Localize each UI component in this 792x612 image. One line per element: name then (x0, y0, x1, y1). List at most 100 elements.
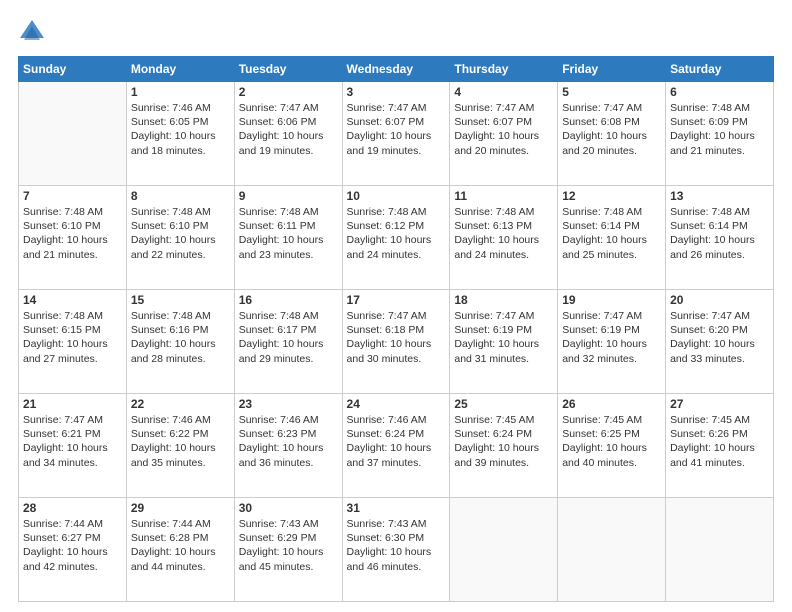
day-info: Sunrise: 7:48 AM Sunset: 6:13 PM Dayligh… (454, 205, 553, 262)
day-number: 7 (23, 189, 122, 203)
day-number: 8 (131, 189, 230, 203)
calendar-cell: 13 Sunrise: 7:48 AM Sunset: 6:14 PM Dayli… (666, 186, 774, 290)
calendar-cell: 8 Sunrise: 7:48 AM Sunset: 6:10 PM Daylig… (126, 186, 234, 290)
calendar-cell: 17Sunrise: 7:47 AM Sunset: 6:18 PM Dayli… (342, 290, 450, 394)
calendar-cell: 23 Sunrise: 7:46 AM Sunset: 6:23 PM Dayli… (234, 394, 342, 498)
page: SundayMondayTuesdayWednesdayThursdayFrid… (0, 0, 792, 612)
day-number: 15 (131, 293, 230, 307)
day-info: Sunrise: 7:47 AM Sunset: 6:20 PM Dayligh… (670, 309, 769, 366)
day-info: Sunrise: 7:47 AM Sunset: 6:07 PM Dayligh… (454, 101, 553, 158)
day-info: Sunrise: 7:47 AM Sunset: 6:19 PM Dayligh… (562, 309, 661, 366)
day-info: Sunrise: 7:48 AM Sunset: 6:10 PM Dayligh… (131, 205, 230, 262)
calendar-week-row: 7 Sunrise: 7:48 AM Sunset: 6:10 PM Daylig… (19, 186, 774, 290)
header (18, 18, 774, 46)
calendar-cell (450, 498, 558, 602)
day-number: 12 (562, 189, 661, 203)
day-number: 6 (670, 85, 769, 99)
calendar-cell: 20 Sunrise: 7:47 AM Sunset: 6:20 PM Dayli… (666, 290, 774, 394)
day-info: Sunrise: 7:47 AM Sunset: 6:06 PM Dayligh… (239, 101, 338, 158)
day-info: Sunrise: 7:43 AM Sunset: 6:30 PM Dayligh… (347, 517, 446, 574)
day-number: 30 (239, 501, 338, 515)
calendar-cell: 26 Sunrise: 7:45 AM Sunset: 6:25 PM Dayli… (558, 394, 666, 498)
day-info: Sunrise: 7:48 AM Sunset: 6:12 PM Dayligh… (347, 205, 446, 262)
day-info: Sunrise: 7:47 AM Sunset: 6:07 PM Dayligh… (347, 101, 446, 158)
day-number: 29 (131, 501, 230, 515)
calendar-cell: 7 Sunrise: 7:48 AM Sunset: 6:10 PM Daylig… (19, 186, 127, 290)
logo (18, 18, 50, 46)
calendar-cell: 18Sunrise: 7:47 AM Sunset: 6:19 PM Dayli… (450, 290, 558, 394)
calendar-body: 1Sunrise: 7:46 AM Sunset: 6:05 PM Daylig… (19, 82, 774, 602)
calendar-cell: 12 Sunrise: 7:48 AM Sunset: 6:14 PM Dayli… (558, 186, 666, 290)
day-of-week-header: Thursday (450, 57, 558, 82)
day-of-week-header: Saturday (666, 57, 774, 82)
day-number: 18 (454, 293, 553, 307)
day-info: Sunrise: 7:44 AM Sunset: 6:27 PM Dayligh… (23, 517, 122, 574)
calendar-header: SundayMondayTuesdayWednesdayThursdayFrid… (19, 57, 774, 82)
calendar-cell: 29 Sunrise: 7:44 AM Sunset: 6:28 PM Dayli… (126, 498, 234, 602)
calendar-cell: 19 Sunrise: 7:47 AM Sunset: 6:19 PM Dayli… (558, 290, 666, 394)
day-of-week-header: Wednesday (342, 57, 450, 82)
day-number: 2 (239, 85, 338, 99)
calendar-cell: 27 Sunrise: 7:45 AM Sunset: 6:26 PM Dayli… (666, 394, 774, 498)
day-number: 31 (347, 501, 446, 515)
calendar-table: SundayMondayTuesdayWednesdayThursdayFrid… (18, 56, 774, 602)
calendar-cell: 9Sunrise: 7:48 AM Sunset: 6:11 PM Daylig… (234, 186, 342, 290)
calendar-cell: 30 Sunrise: 7:43 AM Sunset: 6:29 PM Dayli… (234, 498, 342, 602)
day-info: Sunrise: 7:48 AM Sunset: 6:14 PM Dayligh… (670, 205, 769, 262)
days-of-week-row: SundayMondayTuesdayWednesdayThursdayFrid… (19, 57, 774, 82)
day-info: Sunrise: 7:48 AM Sunset: 6:10 PM Dayligh… (23, 205, 122, 262)
day-number: 1 (131, 85, 230, 99)
day-number: 24 (347, 397, 446, 411)
calendar-cell: 10 Sunrise: 7:48 AM Sunset: 6:12 PM Dayli… (342, 186, 450, 290)
calendar-week-row: 14Sunrise: 7:48 AM Sunset: 6:15 PM Dayli… (19, 290, 774, 394)
day-info: Sunrise: 7:48 AM Sunset: 6:14 PM Dayligh… (562, 205, 661, 262)
day-info: Sunrise: 7:43 AM Sunset: 6:29 PM Dayligh… (239, 517, 338, 574)
calendar-week-row: 1Sunrise: 7:46 AM Sunset: 6:05 PM Daylig… (19, 82, 774, 186)
day-number: 20 (670, 293, 769, 307)
day-number: 4 (454, 85, 553, 99)
day-number: 3 (347, 85, 446, 99)
day-info: Sunrise: 7:45 AM Sunset: 6:26 PM Dayligh… (670, 413, 769, 470)
day-info: Sunrise: 7:47 AM Sunset: 6:08 PM Dayligh… (562, 101, 661, 158)
calendar-cell: 3 Sunrise: 7:47 AM Sunset: 6:07 PM Daylig… (342, 82, 450, 186)
day-info: Sunrise: 7:46 AM Sunset: 6:24 PM Dayligh… (347, 413, 446, 470)
calendar-cell: 21Sunrise: 7:47 AM Sunset: 6:21 PM Dayli… (19, 394, 127, 498)
calendar-cell: 1Sunrise: 7:46 AM Sunset: 6:05 PM Daylig… (126, 82, 234, 186)
calendar-week-row: 28Sunrise: 7:44 AM Sunset: 6:27 PM Dayli… (19, 498, 774, 602)
day-of-week-header: Friday (558, 57, 666, 82)
calendar-cell: 31 Sunrise: 7:43 AM Sunset: 6:30 PM Dayli… (342, 498, 450, 602)
day-info: Sunrise: 7:45 AM Sunset: 6:24 PM Dayligh… (454, 413, 553, 470)
calendar-week-row: 21Sunrise: 7:47 AM Sunset: 6:21 PM Dayli… (19, 394, 774, 498)
calendar-cell: 25 Sunrise: 7:45 AM Sunset: 6:24 PM Dayli… (450, 394, 558, 498)
day-info: Sunrise: 7:45 AM Sunset: 6:25 PM Dayligh… (562, 413, 661, 470)
calendar-cell: 24 Sunrise: 7:46 AM Sunset: 6:24 PM Dayli… (342, 394, 450, 498)
day-number: 27 (670, 397, 769, 411)
calendar-cell: 4 Sunrise: 7:47 AM Sunset: 6:07 PM Daylig… (450, 82, 558, 186)
day-of-week-header: Tuesday (234, 57, 342, 82)
day-info: Sunrise: 7:46 AM Sunset: 6:22 PM Dayligh… (131, 413, 230, 470)
calendar-cell (558, 498, 666, 602)
day-number: 13 (670, 189, 769, 203)
day-number: 26 (562, 397, 661, 411)
day-number: 17 (347, 293, 446, 307)
day-number: 5 (562, 85, 661, 99)
day-info: Sunrise: 7:46 AM Sunset: 6:23 PM Dayligh… (239, 413, 338, 470)
day-of-week-header: Monday (126, 57, 234, 82)
calendar-cell: 2 Sunrise: 7:47 AM Sunset: 6:06 PM Daylig… (234, 82, 342, 186)
calendar-cell: 15 Sunrise: 7:48 AM Sunset: 6:16 PM Dayli… (126, 290, 234, 394)
calendar-cell: 6Sunrise: 7:48 AM Sunset: 6:09 PM Daylig… (666, 82, 774, 186)
day-info: Sunrise: 7:48 AM Sunset: 6:11 PM Dayligh… (239, 205, 338, 262)
calendar-cell: 5 Sunrise: 7:47 AM Sunset: 6:08 PM Daylig… (558, 82, 666, 186)
day-info: Sunrise: 7:44 AM Sunset: 6:28 PM Dayligh… (131, 517, 230, 574)
day-number: 23 (239, 397, 338, 411)
day-number: 25 (454, 397, 553, 411)
day-number: 14 (23, 293, 122, 307)
calendar-cell (666, 498, 774, 602)
day-info: Sunrise: 7:48 AM Sunset: 6:16 PM Dayligh… (131, 309, 230, 366)
day-of-week-header: Sunday (19, 57, 127, 82)
day-number: 19 (562, 293, 661, 307)
day-info: Sunrise: 7:48 AM Sunset: 6:17 PM Dayligh… (239, 309, 338, 366)
calendar-cell: 14Sunrise: 7:48 AM Sunset: 6:15 PM Dayli… (19, 290, 127, 394)
calendar-cell: 22Sunrise: 7:46 AM Sunset: 6:22 PM Dayli… (126, 394, 234, 498)
day-number: 10 (347, 189, 446, 203)
